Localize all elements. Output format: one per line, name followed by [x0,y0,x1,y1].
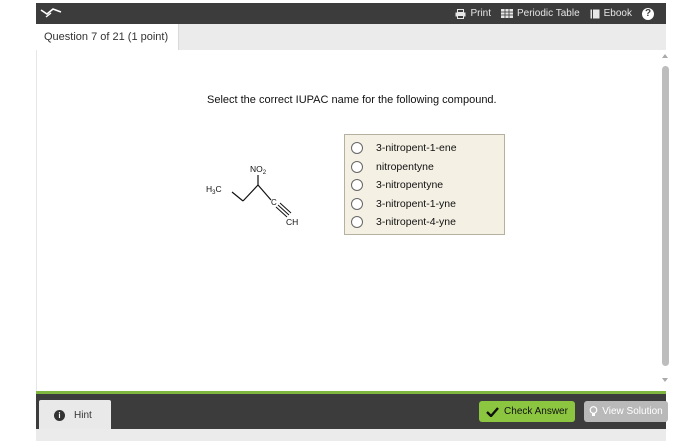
periodic-table-link[interactable]: Periodic Table [501,8,580,19]
radio-button[interactable] [351,179,363,192]
logo-icon [40,8,62,18]
hint-button[interactable]: i Hint [39,400,111,430]
bond-line [242,184,259,202]
printer-icon [455,8,466,19]
view-solution-button[interactable]: View Solution [584,401,668,422]
footer-strip [36,429,666,441]
choice-label: 3-nitropent-1-yne [376,197,456,210]
periodic-table-icon [501,9,513,18]
app-frame: Print Periodic Table Ebook ? Question 7 … [0,0,700,441]
print-label: Print [470,8,491,19]
bond-line [231,191,244,202]
molecule-structure: H3C NO2 C CH [206,164,298,227]
choice-label: 3-nitropent-1-ene [376,142,457,155]
check-answer-label: Check Answer [504,406,568,417]
info-icon: i [54,409,65,421]
scrollbar-thumb[interactable] [662,66,669,366]
view-solution-label: View Solution [602,406,663,417]
question-content: Select the correct IUPAC name for the fo… [36,50,666,391]
help-icon[interactable]: ? [642,7,654,20]
choice-option[interactable]: 3-nitropentyne [351,176,498,195]
scroll-up-arrow-icon[interactable] [662,54,668,58]
bond-line [257,184,272,201]
choice-option[interactable]: 3-nitropent-1-ene [351,139,498,158]
radio-button[interactable] [351,197,363,210]
choice-option[interactable]: 3-nitropent-1-yne [351,195,498,214]
choice-option[interactable]: nitropentyne [351,158,498,177]
carbon-label: C [271,198,277,207]
vertical-scrollbar[interactable] [660,52,670,388]
radio-button[interactable] [351,142,363,155]
choice-label: 3-nitropentyne [376,179,444,192]
radio-button[interactable] [351,216,363,229]
nitro-label: NO2 [250,164,267,176]
checkmark-icon [486,406,499,417]
question-prompt: Select the correct IUPAC name for the fo… [207,94,497,106]
hint-label: Hint [74,409,92,421]
scroll-down-arrow-icon[interactable] [662,378,668,382]
bottom-toolbar: i Hint Check Answer View Solution [36,391,668,430]
choice-option[interactable]: 3-nitropent-4-yne [351,213,498,232]
ebook-link[interactable]: Ebook [590,8,632,19]
radio-button[interactable] [351,160,363,173]
choice-label: nitropentyne [376,160,434,173]
lightbulb-icon [589,406,598,416]
question-header: Question 7 of 21 (1 point) [36,24,666,50]
ebook-label: Ebook [603,8,632,19]
answer-choices: 3-nitropent-1-ene nitropentyne 3-nitrope… [344,134,505,235]
top-toolbar: Print Periodic Table Ebook ? [36,3,666,24]
check-answer-button[interactable]: Check Answer [479,401,575,422]
periodic-table-label: Periodic Table [517,8,580,19]
methyl-label: H3C [206,184,222,196]
choice-label: 3-nitropent-4-yne [376,216,456,229]
ch-label: CH [286,217,298,227]
toolbar-links: Print Periodic Table Ebook ? [455,3,654,24]
question-tab: Question 7 of 21 (1 point) [36,24,180,50]
print-link[interactable]: Print [455,8,491,19]
book-icon [590,9,600,18]
